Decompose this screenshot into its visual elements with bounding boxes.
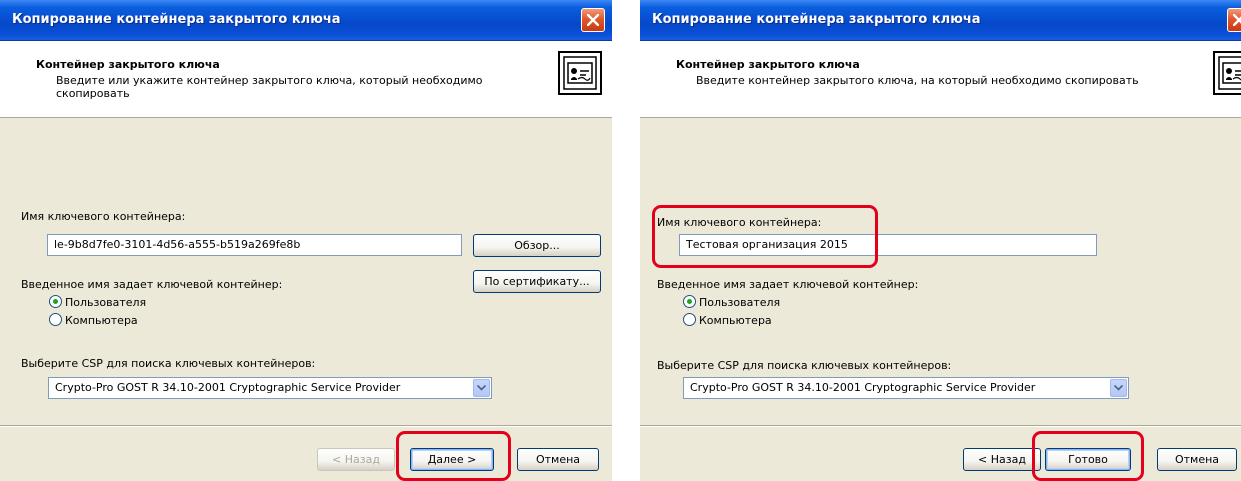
cancel-button[interactable]: Отмена [517,448,599,471]
close-icon [587,14,599,26]
cancel-button[interactable]: Отмена [1157,448,1237,471]
key-container-icon [1211,49,1241,97]
radio-user-label: Пользователя [699,296,781,309]
radio-computer[interactable]: Компьютера [49,313,138,327]
back-button[interactable]: < Назад [317,448,395,471]
copy-container-dialog-2: Копирование контейнера закрытого ключа К… [640,0,1241,481]
scope-label: Введенное имя задает ключевой контейнер: [657,278,919,291]
radio-icon [683,313,696,326]
title-bar[interactable]: Копирование контейнера закрытого ключа [640,0,1241,41]
dropdown-arrow-icon[interactable] [1110,379,1127,397]
radio-user-label: Пользователя [65,296,147,309]
csp-select-value: Crypto-Pro GOST R 34.10-2001 Cryptograph… [690,381,1036,394]
radio-icon [683,295,696,308]
container-name-input[interactable]: le-9b8d7fe0-3101-4d56-a555-b519a269fe8b [47,234,462,256]
close-button[interactable] [581,8,605,32]
window-title: Копирование контейнера закрытого ключа [652,12,981,27]
csp-select[interactable]: Crypto-Pro GOST R 34.10-2001 Cryptograph… [683,377,1129,399]
csp-select-value: Crypto-Pro GOST R 34.10-2001 Cryptograph… [55,381,401,394]
highlight-container-name [652,205,878,268]
radio-user[interactable]: Пользователя [49,295,146,309]
radio-user[interactable]: Пользователя [683,295,780,309]
close-icon [1233,14,1241,26]
highlight-finish-button [1032,431,1144,481]
csp-label: Выберите CSP для поиска ключевых контейн… [21,357,316,370]
footer-divider [0,425,612,427]
csp-label: Выберите CSP для поиска ключевых контейн… [657,359,952,372]
radio-computer[interactable]: Компьютера [683,313,772,327]
header-description: Введите или укажите контейнер закрытого … [56,74,483,100]
back-button[interactable]: < Назад [963,448,1041,471]
title-bar[interactable]: Копирование контейнера закрытого ключа [0,0,612,41]
copy-container-dialog-1: Копирование контейнера закрытого ключа К… [0,0,612,481]
highlight-next-button [396,431,511,481]
key-container-icon [556,49,604,97]
radio-icon [49,313,62,326]
radio-computer-label: Компьютера [699,314,772,327]
header-title: Контейнер закрытого ключа [676,58,860,71]
window-title: Копирование контейнера закрытого ключа [12,12,341,27]
header-title: Контейнер закрытого ключа [36,58,220,71]
scope-label: Введенное имя задает ключевой контейнер: [21,278,283,291]
radio-computer-label: Компьютера [65,314,138,327]
csp-select[interactable]: Crypto-Pro GOST R 34.10-2001 Cryptograph… [48,377,492,399]
dropdown-arrow-icon[interactable] [473,379,490,397]
header-description: Введите контейнер закрытого ключа, на ко… [696,74,1139,87]
wizard-header: Контейнер закрытого ключа Введите контей… [640,41,1241,118]
radio-icon [49,295,62,308]
footer-divider [640,425,1241,427]
close-button[interactable] [1227,8,1241,32]
wizard-header: Контейнер закрытого ключа Введите или ук… [0,41,612,118]
browse-button[interactable]: Обзор... [473,234,601,257]
container-name-label: Имя ключевого контейнера: [21,210,186,223]
by-certificate-button[interactable]: По сертификату... [473,270,601,293]
